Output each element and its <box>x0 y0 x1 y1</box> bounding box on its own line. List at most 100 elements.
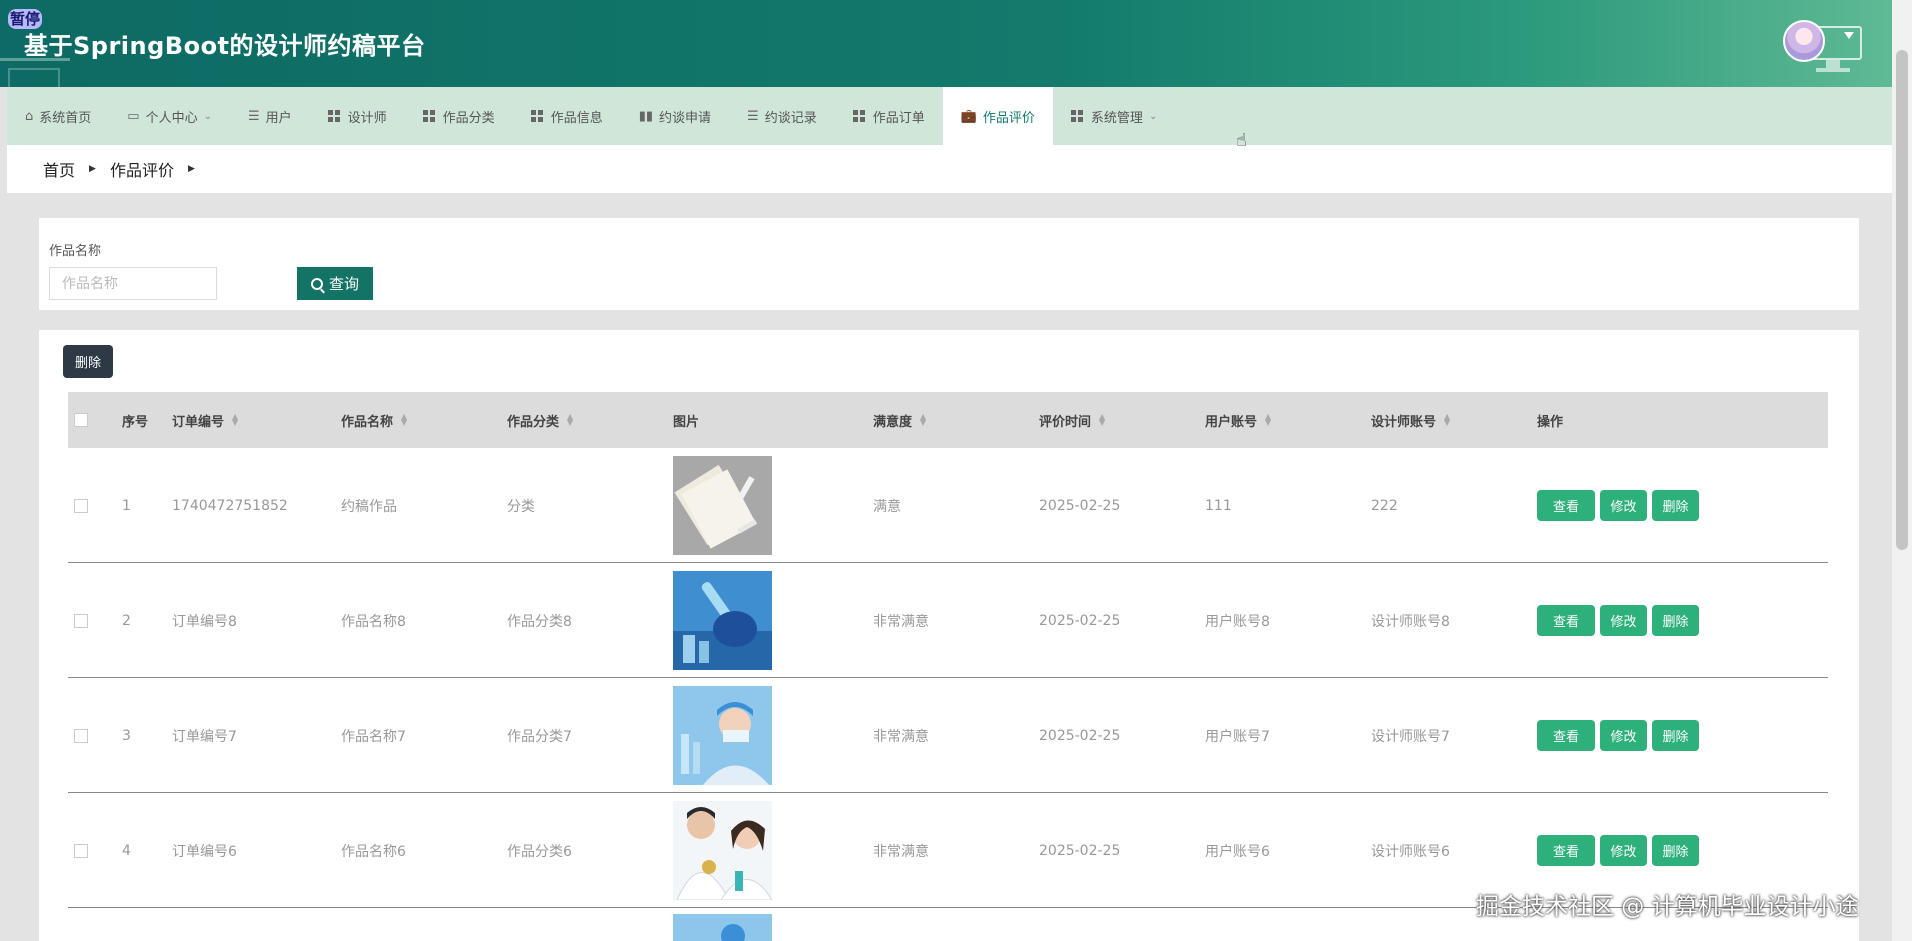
work-thumbnail[interactable] <box>673 456 772 555</box>
cell-category: 作品分类8 <box>507 613 572 630</box>
nav-item-designers[interactable]: 设计师 <box>310 87 405 145</box>
header-label: 订单编号 <box>172 414 225 430</box>
nav-item-label: 系统管理 <box>1090 110 1143 126</box>
chevron-down-icon[interactable] <box>1844 32 1854 39</box>
cell-designer-account: 222 <box>1371 497 1398 514</box>
view-button[interactable]: 查看 <box>1537 835 1595 866</box>
cell-work-name: 约稿作品 <box>341 498 397 515</box>
header-image: 图片 <box>673 414 700 430</box>
sort-icon: ▲ ▼ <box>920 412 927 427</box>
header-index: 序号 <box>122 414 149 430</box>
app-title: 基于SpringBoot的设计师约稿平台 <box>24 32 426 60</box>
header-user-account[interactable]: 用户账号 ▲ ▼ <box>1205 392 1273 448</box>
row-select-cell <box>74 678 88 793</box>
header-order-no[interactable]: 订单编号 ▲ ▼ <box>172 392 240 448</box>
nav-item-home[interactable]: ⌂ 系统首页 <box>7 87 109 145</box>
delete-button[interactable]: 删除 <box>1652 720 1699 751</box>
cell-designer-account: 设计师账号8 <box>1371 613 1450 630</box>
cell-actions: 查看 修改 删除 <box>1537 448 1704 563</box>
nav-item-label: 个人中心 <box>145 110 198 126</box>
cell-satisfaction: 非常满意 <box>873 613 929 630</box>
table-row: 1 1740472751852 约稿作品 分类 满意 2025-02-25 11… <box>68 448 1828 563</box>
row-checkbox[interactable] <box>74 843 88 858</box>
nav-item-work-reviews[interactable]: 💼 作品评价 <box>942 87 1053 145</box>
breadcrumb-home[interactable]: 首页 <box>43 157 75 181</box>
list-icon: ☰ <box>747 108 759 124</box>
header-work-name[interactable]: 作品名称 ▲ ▼ <box>341 392 409 448</box>
app-header: 暂停 基于SpringBoot的设计师约稿平台 <box>0 0 1912 87</box>
delete-button[interactable]: 删除 <box>1652 835 1699 866</box>
table-header: 序号 订单编号 ▲ ▼ 作品名称 ▲ ▼ 作品分类 ▲ ▼ 图片 满意度 ▲ ▼ 评价时间 ▲ ▼ … <box>68 392 1828 448</box>
cell-work-name: 作品名称8 <box>341 613 406 630</box>
header-review-time[interactable]: 评价时间 ▲ ▼ <box>1039 392 1107 448</box>
cell-actions: 查看 修改 删除 <box>1537 678 1704 793</box>
page-scrollbar[interactable] <box>1892 0 1912 941</box>
row-checkbox[interactable] <box>74 613 88 628</box>
header-label: 评价时间 <box>1039 414 1092 430</box>
cell-designer-account: 设计师账号6 <box>1371 843 1450 860</box>
watermark: 掘金技术社区 @ 计算机毕业设计小途 <box>1476 894 1859 920</box>
cell-review-time: 2025-02-25 <box>1039 612 1121 629</box>
briefcase-icon: 💼 <box>960 108 977 124</box>
view-button[interactable]: 查看 <box>1537 720 1595 751</box>
nav-item-work-category[interactable]: 作品分类 <box>405 87 513 145</box>
work-thumbnail[interactable] <box>673 571 772 670</box>
nav-item-personal-center[interactable]: ▭ 个人中心 ⌄ <box>109 87 230 145</box>
row-select-cell <box>74 448 88 563</box>
nav-item-work-orders[interactable]: 作品订单 <box>835 87 943 145</box>
cell-work-name: 作品名称7 <box>341 728 406 745</box>
work-thumbnail[interactable] <box>673 914 772 941</box>
select-all-checkbox[interactable] <box>74 413 88 427</box>
view-button[interactable]: 查看 <box>1537 490 1595 521</box>
cell-user-account: 用户账号6 <box>1205 843 1270 860</box>
edit-button[interactable]: 修改 <box>1600 490 1647 521</box>
grid-icon <box>1070 110 1083 122</box>
search-button-label: 查询 <box>328 276 359 293</box>
cell-category: 作品分类7 <box>507 728 572 745</box>
header-label: 用户账号 <box>1205 414 1258 430</box>
nav-item-appointment-record[interactable]: ☰ 约谈记录 <box>729 87 835 145</box>
nav-item-appointment-request[interactable]: ▮▮ 约谈申请 <box>621 87 729 145</box>
delete-button[interactable]: 删除 <box>1652 490 1699 521</box>
avatar[interactable] <box>1783 20 1825 62</box>
row-checkbox[interactable] <box>74 728 88 743</box>
scrollbar-thumb[interactable] <box>1896 50 1908 550</box>
nav-item-system-management[interactable]: 系统管理 ⌄ <box>1053 87 1175 145</box>
row-select-cell <box>74 563 88 678</box>
header-category[interactable]: 作品分类 ▲ ▼ <box>507 392 575 448</box>
header-label: 作品名称 <box>341 414 394 430</box>
row-checkbox[interactable] <box>74 498 88 513</box>
search-button[interactable]: 查询 <box>297 267 373 300</box>
delete-button[interactable]: 删除 <box>1652 605 1699 636</box>
cell-work-name: 作品名称6 <box>341 843 406 860</box>
edit-button[interactable]: 修改 <box>1600 605 1647 636</box>
grid-icon <box>422 110 435 122</box>
batch-delete-button[interactable]: 删除 <box>63 345 113 378</box>
cell-index: 3 <box>122 727 131 744</box>
nav-item-label: 作品评价 <box>982 110 1035 126</box>
cell-order-no: 订单编号6 <box>172 843 237 860</box>
header-satisfaction[interactable]: 满意度 ▲ ▼ <box>873 392 928 448</box>
sort-icon: ▲ ▼ <box>1444 412 1451 427</box>
header-designer-account[interactable]: 设计师账号 ▲ ▼ <box>1371 392 1452 448</box>
edit-button[interactable]: 修改 <box>1600 835 1647 866</box>
nav-item-users[interactable]: ☰ 用户 <box>230 87 310 145</box>
cell-review-time: 2025-02-25 <box>1039 727 1121 744</box>
hand-cursor-icon: ☝ <box>1236 130 1247 151</box>
cell-user-account: 用户账号8 <box>1205 613 1270 630</box>
nav-item-work-info[interactable]: 作品信息 <box>513 87 621 145</box>
search-label: 作品名称 <box>49 244 102 259</box>
view-button[interactable]: 查看 <box>1537 605 1595 636</box>
work-thumbnail[interactable] <box>673 801 772 900</box>
grid-icon <box>530 110 543 122</box>
nav-item-label: 约谈申请 <box>659 110 712 126</box>
work-thumbnail[interactable] <box>673 686 772 785</box>
cell-user-account: 111 <box>1205 497 1232 514</box>
sort-icon: ▲ ▼ <box>1265 412 1272 427</box>
home-icon: ⌂ <box>25 108 34 124</box>
header-decoration <box>8 68 60 87</box>
edit-button[interactable]: 修改 <box>1600 720 1647 751</box>
cell-review-time: 2025-02-25 <box>1039 842 1121 859</box>
search-input[interactable] <box>49 267 217 300</box>
cell-index: 1 <box>122 497 131 514</box>
